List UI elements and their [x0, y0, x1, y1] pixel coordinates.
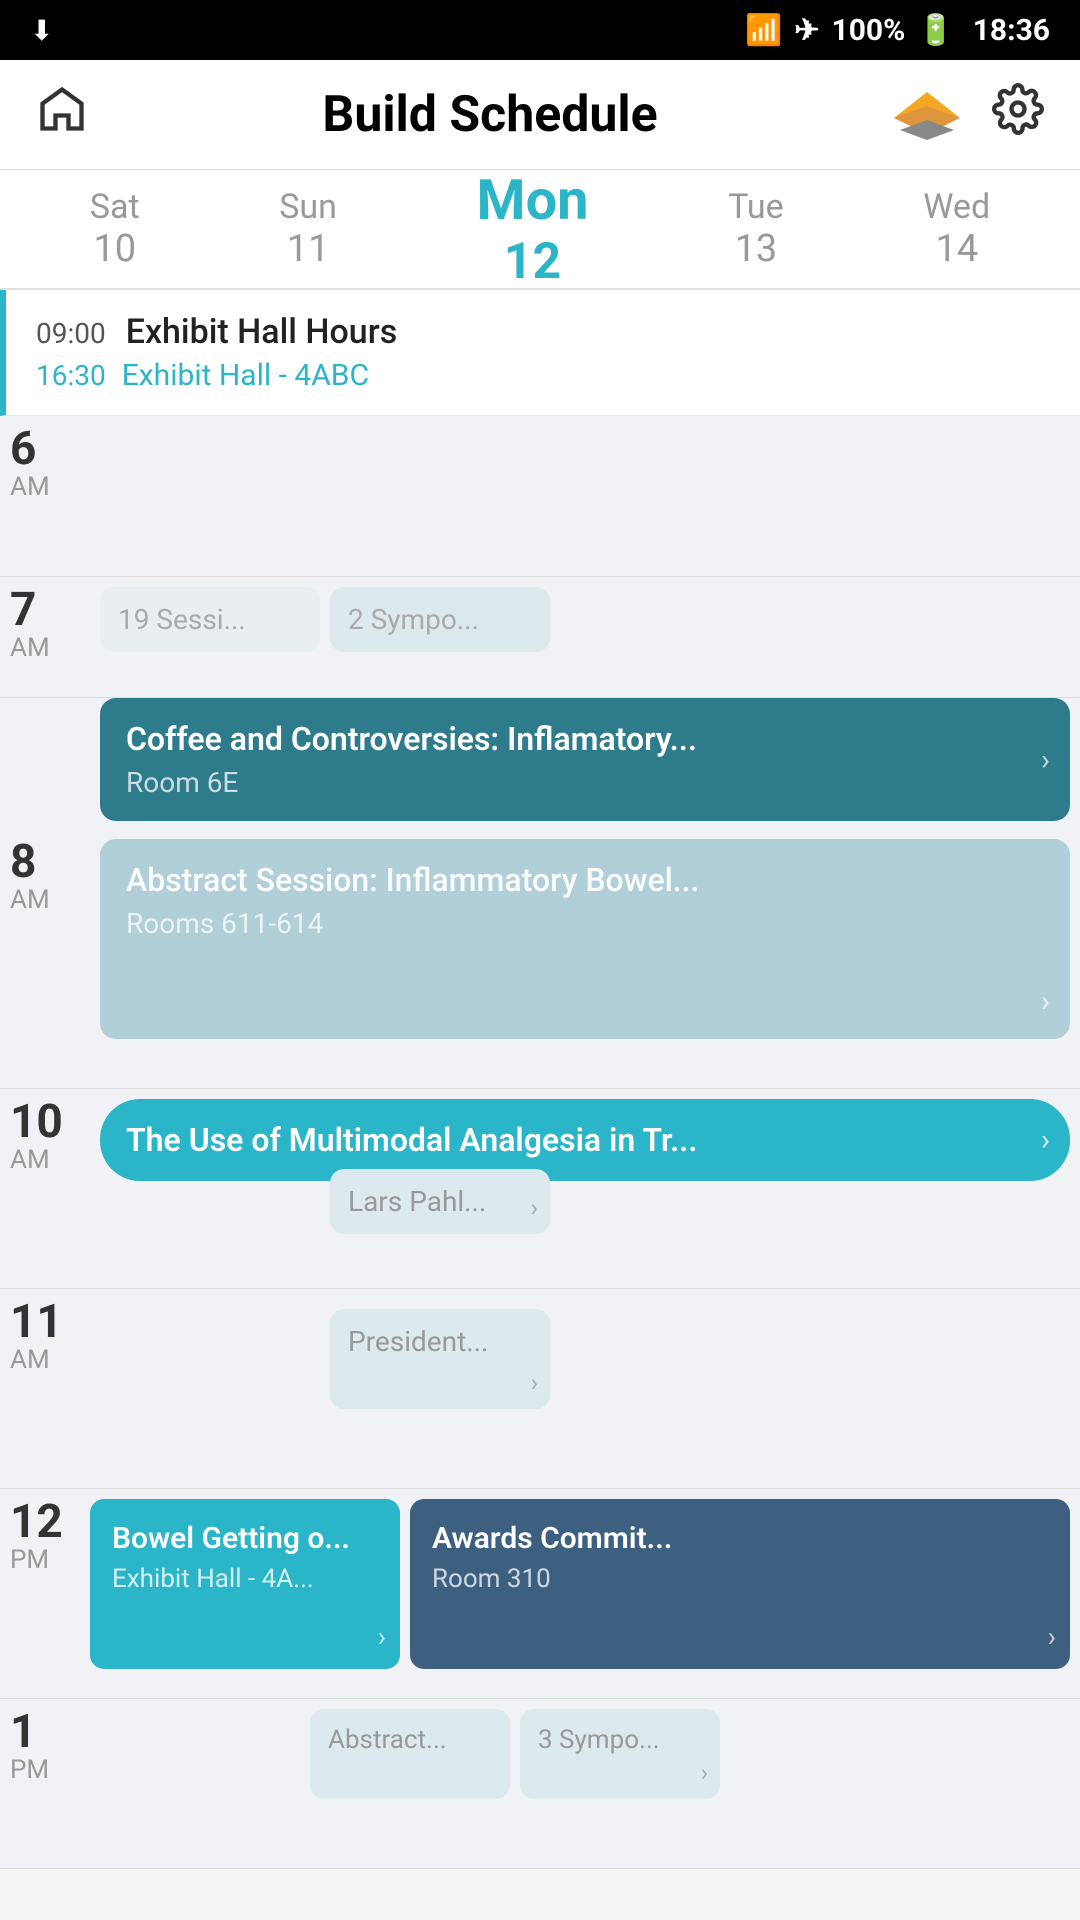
lars-label: Lars Pahl...	[348, 1185, 486, 1218]
bowel-location: Exhibit Hall - 4A...	[112, 1564, 350, 1594]
time-label-6am: 6 AM	[0, 416, 90, 576]
time-slot-10am: The Use of Multimodal Analgesia in Tr...…	[90, 1089, 1080, 1288]
awards-title: Awards Commit...	[432, 1521, 1020, 1556]
awards-arrow: ›	[1048, 1620, 1056, 1653]
time-label-7am: 7 AM	[0, 577, 90, 697]
abstract-session-card[interactable]: Abstract Session: Inflammatory Bowel... …	[100, 839, 1070, 1039]
time-row-12pm: 12 PM Bowel Getting o... Exhibit Hall - …	[0, 1489, 1080, 1699]
status-bar: ⬇ 📶 ✈ 100% 🔋 18:36	[0, 0, 1080, 60]
banner-time-end: 16:30	[36, 359, 106, 392]
sessions-19-card[interactable]: 19 Sessi...	[100, 587, 320, 652]
logo-icon	[892, 90, 962, 140]
sympo3-arrow: ›	[701, 1759, 708, 1787]
time-row-11am: 11 AM President... ›	[0, 1289, 1080, 1489]
lars-arrow: ›	[531, 1194, 538, 1222]
multimodal-title: The Use of Multimodal Analgesia in Tr...	[126, 1121, 697, 1159]
time-slot-12pm: Bowel Getting o... Exhibit Hall - 4A... …	[90, 1489, 1080, 1698]
event-banner[interactable]: 09:00 Exhibit Hall Hours 16:30 Exhibit H…	[0, 290, 1080, 416]
combined-7-9am: Coffee and Controversies: Inflamatory...…	[0, 698, 1080, 1089]
header: Build Schedule	[0, 60, 1080, 170]
sympo3-card[interactable]: 3 Sympo... ›	[520, 1709, 720, 1799]
battery-level: 100%	[832, 13, 906, 48]
banner-location: Exhibit Hall - 4ABC	[122, 358, 369, 393]
abstract2-card[interactable]: Abstract...	[310, 1709, 510, 1799]
time-slot-8am: Abstract Session: Inflammatory Bowel... …	[90, 829, 1080, 1088]
calendar-grid: 6 AM 7 AM 19 Sessi... 2 Sympo... Coffee …	[0, 416, 1080, 1869]
coffee-arrow: ›	[1041, 742, 1050, 777]
time-row-10am: 10 AM The Use of Multimodal Analgesia in…	[0, 1089, 1080, 1289]
time-slot-1pm: Abstract... 3 Sympo... ›	[90, 1699, 1080, 1868]
time-row-6am: 6 AM	[0, 416, 1080, 577]
president-card[interactable]: President... ›	[330, 1309, 550, 1409]
download-icon: ⬇	[30, 14, 53, 47]
time-slot-11am: President... ›	[90, 1289, 1080, 1488]
time-row-1pm: 1 PM Abstract... 3 Sympo... ›	[0, 1699, 1080, 1869]
abstract-arrow: ›	[1041, 984, 1050, 1019]
awards-location: Room 310	[432, 1564, 1020, 1594]
coffee-controversies-card[interactable]: Coffee and Controversies: Inflamatory...…	[100, 698, 1070, 821]
time-label-12pm: 12 PM	[0, 1489, 90, 1698]
time-label-8am: 8 AM	[0, 829, 90, 1088]
time-slot-6am	[90, 416, 1080, 576]
day-mon[interactable]: Mon 12	[457, 157, 609, 301]
abstract-title: Abstract Session: Inflammatory Bowel...	[126, 861, 1010, 899]
day-sun[interactable]: Sun 11	[259, 177, 357, 281]
sympo-2-label: 2 Sympo...	[348, 603, 479, 636]
sessions-19-label: 19 Sessi...	[118, 603, 246, 636]
coffee-location: Room 6E	[126, 766, 1010, 799]
bowel-card[interactable]: Bowel Getting o... Exhibit Hall - 4A... …	[90, 1499, 400, 1669]
bowel-arrow: ›	[378, 1620, 386, 1653]
president-arrow: ›	[531, 1369, 538, 1397]
president-label: President...	[348, 1325, 488, 1358]
day-navigation: Sat 10 Sun 11 Mon 12 Tue 13 Wed 14	[0, 170, 1080, 290]
clock: 18:36	[973, 13, 1050, 48]
abstract-location: Rooms 611-614	[126, 907, 1010, 940]
time-row-8am-inner: 8 AM Abstract Session: Inflammatory Bowe…	[0, 829, 1080, 1089]
coffee-title: Coffee and Controversies: Inflamatory...	[126, 720, 1010, 758]
settings-icon[interactable]	[992, 83, 1044, 147]
page-title: Build Schedule	[322, 86, 657, 144]
abstract2-label: Abstract...	[328, 1725, 447, 1755]
time-label-10am: 10 AM	[0, 1089, 90, 1288]
multimodal-arrow: ›	[1041, 1123, 1050, 1158]
multimodal-card[interactable]: The Use of Multimodal Analgesia in Tr...…	[100, 1099, 1070, 1181]
time-label-1pm: 1 PM	[0, 1699, 90, 1868]
day-wed[interactable]: Wed 14	[903, 177, 1010, 281]
banner-title: Exhibit Hall Hours	[126, 312, 398, 352]
awards-card[interactable]: Awards Commit... Room 310 ›	[410, 1499, 1070, 1669]
battery-icon: 🔋	[917, 13, 954, 48]
sympo3-label: 3 Sympo...	[538, 1725, 660, 1755]
lars-card[interactable]: Lars Pahl... ›	[330, 1169, 550, 1234]
bowel-title: Bowel Getting o...	[112, 1521, 350, 1556]
time-row-7am: 7 AM 19 Sessi... 2 Sympo...	[0, 577, 1080, 698]
day-sat[interactable]: Sat 10	[70, 177, 160, 281]
airplane-icon: ✈	[794, 13, 819, 48]
sympo-2-card[interactable]: 2 Sympo...	[330, 587, 550, 652]
home-icon[interactable]	[36, 83, 88, 147]
time-label-11am: 11 AM	[0, 1289, 90, 1488]
banner-time-start: 09:00	[36, 317, 106, 350]
wifi-icon: 📶	[745, 13, 782, 48]
day-tue[interactable]: Tue 13	[708, 177, 803, 281]
time-slot-7am: 19 Sessi... 2 Sympo...	[90, 577, 1080, 697]
